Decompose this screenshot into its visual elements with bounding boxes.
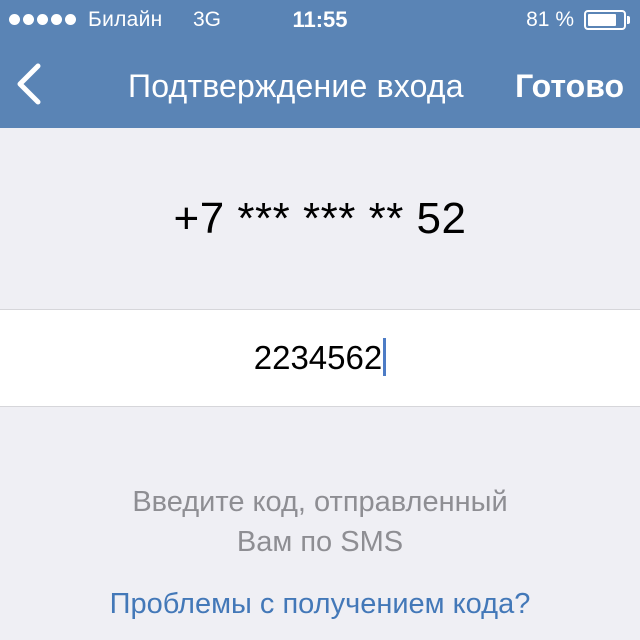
hint-line-1: Введите код, отправленный — [132, 486, 508, 518]
confirmation-code-input[interactable]: 2234562 — [0, 310, 640, 406]
back-button[interactable] — [8, 58, 52, 110]
chevron-left-icon — [17, 63, 41, 105]
battery-percent: 81 % — [526, 8, 574, 31]
header: Билайн 3G 11:55 81 % Подтверждение входа… — [0, 0, 640, 128]
masked-phone-number: +7 *** *** ** 52 — [173, 194, 467, 243]
battery-fill — [588, 14, 616, 26]
done-button[interactable]: Готово — [515, 68, 624, 105]
code-field-row[interactable]: 2234562 — [0, 309, 640, 407]
page-title: Подтверждение входа — [128, 68, 464, 104]
code-problems-link[interactable]: Проблемы с получением кода? — [0, 588, 640, 621]
nav-bar: Подтверждение входа Готово — [0, 40, 640, 128]
status-bar: Билайн 3G 11:55 81 % — [0, 0, 640, 40]
screen: Билайн 3G 11:55 81 % Подтверждение входа… — [0, 0, 640, 640]
code-input-value: 2234562 — [253, 339, 383, 376]
text-caret — [383, 338, 387, 376]
hint-line-2: Вам по SMS — [236, 526, 404, 558]
battery-icon — [584, 10, 630, 30]
sms-hint-text: Введите код, отправленный Вам по SMS — [0, 482, 640, 562]
